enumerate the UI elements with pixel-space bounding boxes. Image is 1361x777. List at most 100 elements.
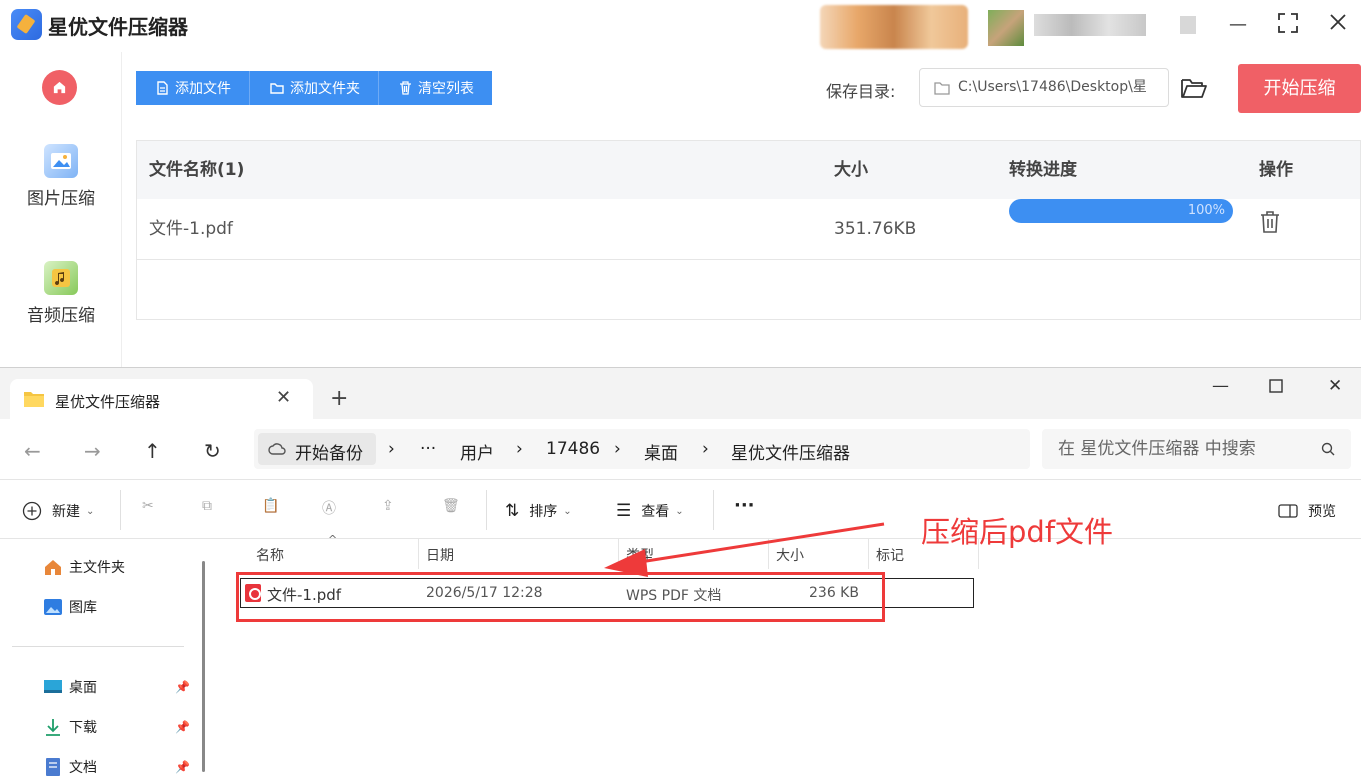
pin-icon[interactable]: 📌 [175,680,190,694]
add-icon [22,501,42,521]
col-type[interactable]: 类型 [626,545,654,565]
trash-icon [400,81,411,95]
file-name: 文件-1.pdf [149,219,233,239]
cloud-icon [268,443,286,455]
breadcrumb-chevron-icon: › [614,439,621,459]
minimize-icon[interactable]: — [1212,376,1229,396]
home-button[interactable] [42,70,77,105]
nav-scrollbar[interactable] [202,561,205,772]
nav-item-home[interactable]: 主文件夹 [43,557,125,577]
folder-icon [24,392,44,407]
sort-button[interactable]: ⇅ 排序 ⌄ [505,501,572,521]
nav-label: 桌面 [69,680,97,696]
save-dir-label: 保存目录: [826,82,896,101]
view-icon: ☰ [616,501,632,521]
col-size[interactable]: 大小 [776,545,804,565]
user-avatar[interactable] [988,10,1024,46]
explorer-tab[interactable]: 星优文件压缩器 ✕ [10,379,313,419]
nav-label: 文档 [69,760,97,776]
new-label: 新建 [52,504,80,520]
col-date[interactable]: 日期 [426,545,454,565]
nav-item-downloads[interactable]: 下载 [43,717,97,737]
home-icon [45,560,61,575]
minimize-icon[interactable]: — [1225,12,1251,38]
divider [768,539,769,569]
close-icon[interactable]: ✕ [1328,376,1342,396]
more-button[interactable]: ··· [734,495,755,516]
new-tab-button[interactable]: + [330,386,348,411]
file-actions: 添加文件 添加文件夹 清空列表 [136,71,492,105]
save-dir-input[interactable]: C:\Users\17486\Desktop\星 [919,68,1169,107]
new-button[interactable]: 新建 ⌄ [22,501,94,521]
audio-icon [44,261,78,295]
paste-icon[interactable]: 📋 [262,498,279,514]
maximize-icon[interactable] [1269,378,1283,398]
title-bar: 星优文件压缩器 — [0,0,1361,52]
search-input[interactable]: 在 星优文件压缩器 中搜索 [1042,429,1351,469]
nav-item-documents[interactable]: 文档 [43,757,97,777]
file-table: 文件名称(1) 大小 转换进度 操作 文件-1.pdf 351.76KB 100… [136,140,1361,320]
desktop-icon [44,680,62,693]
breadcrumb-chevron-icon: › [702,439,709,459]
delete-row-button[interactable] [1259,199,1281,260]
command-bar: 新建 ⌄ ✂ ⧉ 📋 Ⓐ ⇪ 🗑 ⇅ 排序 ⌄ ☰ 查看 ⌄ ··· 预览 [0,479,1361,539]
tab-title: 星优文件压缩器 [55,393,161,411]
address-bar[interactable]: 开始备份 › ··· 用户 › 17486 › 桌面 › 星优文件压缩器 [254,429,1030,469]
start-compress-button[interactable]: 开始压缩 [1238,64,1361,113]
divider [418,539,419,569]
folder-icon [934,82,950,95]
breadcrumb-chevron-icon: › [388,439,395,459]
breadcrumb-item[interactable]: 开始备份 [295,439,363,464]
save-dir-path: C:\Users\17486\Desktop\星 [958,79,1147,95]
share-icon[interactable]: ⇪ [382,498,394,514]
forward-icon[interactable]: → [84,439,101,463]
col-name[interactable]: 名称 [256,545,284,565]
back-icon[interactable]: ← [24,439,41,463]
breadcrumb-item[interactable]: ··· [420,439,436,459]
sidebar: 图片压缩 音频压缩 [0,52,122,367]
breadcrumb-item[interactable]: 星优文件压缩器 [731,439,850,464]
breadcrumb-item[interactable]: 用户 [460,439,494,464]
blurred-menu-icon[interactable] [1180,16,1196,34]
divider [868,539,869,569]
pin-icon[interactable]: 📌 [175,760,190,774]
up-icon[interactable]: ↑ [144,439,161,463]
progress-bar: 100% [1009,199,1233,223]
refresh-icon[interactable]: ↻ [204,439,221,463]
sort-icon: ⇅ [505,501,520,521]
breadcrumb-chevron-icon: › [516,439,523,459]
blurred-username [1034,14,1146,36]
nav-item-desktop[interactable]: 桌面 [43,677,97,697]
breadcrumb-item[interactable]: 17486 [546,439,600,459]
preview-button[interactable]: 预览 [1278,501,1336,521]
clear-list-button[interactable]: 清空列表 [379,71,492,105]
image-icon [44,144,78,178]
close-icon[interactable] [1325,12,1351,38]
nav-item-gallery[interactable]: 图库 [43,597,97,617]
sidebar-item-label: 图片压缩 [27,189,95,209]
download-icon [46,719,60,736]
sidebar-item-audio[interactable]: 音频压缩 [0,261,122,326]
cut-icon[interactable]: ✂ [142,498,154,514]
fullscreen-icon[interactable] [1275,12,1301,38]
breadcrumb-item[interactable]: 桌面 [644,439,678,464]
col-tag[interactable]: 标记 [876,545,904,565]
rename-icon[interactable]: Ⓐ [322,498,336,518]
pin-icon[interactable]: 📌 [175,720,190,734]
browse-folder-button[interactable] [1180,76,1208,104]
add-folder-label: 添加文件夹 [290,81,360,97]
add-file-button[interactable]: 添加文件 [136,71,250,105]
home-icon [53,81,66,94]
search-icon [1321,442,1335,456]
copy-icon[interactable]: ⧉ [202,498,212,514]
table-row[interactable]: 文件-1.pdf 351.76KB 100% [137,199,1360,260]
sidebar-item-image[interactable]: 图片压缩 [0,144,122,209]
add-folder-button[interactable]: 添加文件夹 [250,71,379,105]
sort-chevron-icon: ^ [328,533,338,546]
app-title: 星优文件压缩器 [48,15,188,39]
view-button[interactable]: ☰ 查看 ⌄ [616,501,684,521]
trash-icon [1261,211,1279,233]
tab-close-icon[interactable]: ✕ [276,387,291,408]
file-icon [157,81,168,95]
delete-icon[interactable]: 🗑 [442,498,460,514]
